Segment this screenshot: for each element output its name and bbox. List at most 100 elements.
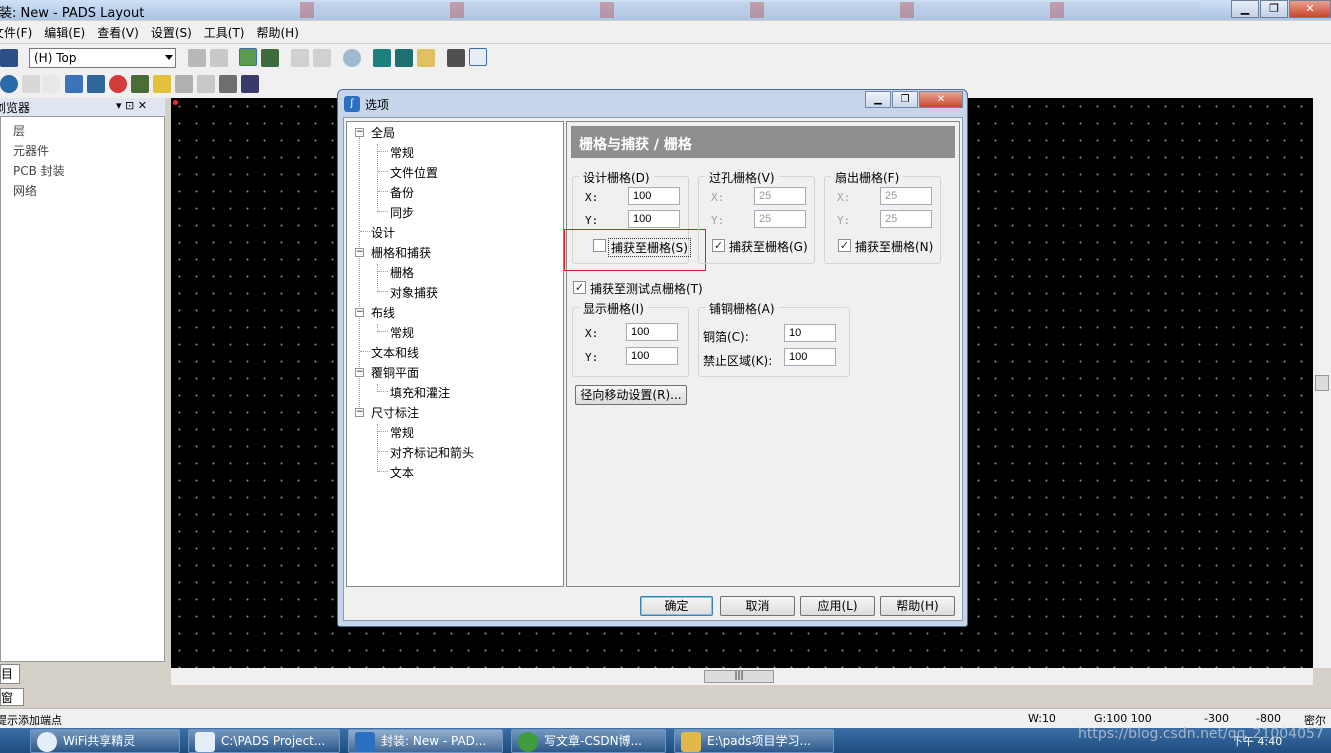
wizard-icon[interactable]	[131, 75, 149, 93]
menu-tools[interactable]: 工具(T)	[198, 24, 251, 41]
browser-item-decals[interactable]: PCB 封装	[13, 162, 65, 179]
terminal-icon[interactable]	[153, 75, 171, 93]
via-snap-checkbox[interactable]: ✓	[712, 239, 725, 252]
taskbar-item-browser[interactable]: 写文章-CSDN博...	[511, 729, 666, 753]
browser-item-components[interactable]: 元器件	[13, 142, 49, 159]
taskbar-item-pads[interactable]: 封装: New - PAD...	[348, 729, 503, 753]
via-grid-x-input[interactable]	[754, 187, 806, 205]
ok-button[interactable]: 确定	[640, 596, 713, 616]
tree-node-design[interactable]: 设计	[371, 224, 395, 241]
tree-node-file-locations[interactable]: 文件位置	[390, 164, 438, 181]
tree-node-dimensioning[interactable]: 尺寸标注	[371, 404, 419, 421]
decal-wizard-icon[interactable]	[219, 75, 237, 93]
text-icon[interactable]	[42, 75, 60, 93]
taskbar-item-explorer[interactable]: C:\PADS Project...	[188, 729, 340, 753]
tree-node-align-arrows[interactable]: 对齐标记和箭头	[390, 444, 474, 461]
output-window-icon[interactable]	[469, 48, 487, 66]
copper-grid-input[interactable]	[784, 324, 836, 342]
expand-toggle[interactable]: −	[355, 128, 364, 137]
close-button[interactable]: ✕	[1289, 0, 1331, 18]
taskbar-item-folder[interactable]: E:\pads项目学习...	[674, 729, 834, 753]
layer-dropdown[interactable]: (H) Top	[29, 48, 176, 68]
panel-controls[interactable]: ▾ ⊡ ✕	[116, 99, 147, 112]
save-icon[interactable]	[0, 49, 18, 67]
fanout-grid-x-input[interactable]	[880, 187, 932, 205]
horizontal-scrollbar[interactable]: |||	[171, 668, 1313, 685]
2d-line-icon[interactable]	[65, 75, 83, 93]
browser-item-layers[interactable]: 层	[13, 122, 25, 139]
design-grid-x-input[interactable]	[628, 187, 680, 205]
testpoint-snap-checkbox[interactable]: ✓	[573, 281, 586, 294]
keepout-grid-input[interactable]	[784, 348, 836, 366]
display-grid-x-input[interactable]	[626, 323, 678, 341]
tree-node-backup[interactable]: 备份	[390, 184, 414, 201]
status-width: W:10	[1028, 712, 1056, 725]
minimize-button[interactable]: ▁	[1231, 0, 1259, 18]
display-grid-y-input[interactable]	[626, 347, 678, 365]
menu-view[interactable]: 查看(V)	[91, 24, 145, 41]
tree-node-grid-snap[interactable]: 栅格和捕获	[371, 244, 431, 261]
panel-tab-tree[interactable]: 目	[0, 664, 20, 684]
fanout-snap-label[interactable]: 捕获至栅格(N)	[855, 238, 933, 255]
refresh-icon[interactable]	[210, 49, 228, 67]
dialog-title-bar[interactable]: ʃ 选项 ▁ ❐ ✕	[338, 90, 967, 117]
dialog-close-button[interactable]: ✕	[919, 91, 963, 108]
layer-props-icon[interactable]	[188, 49, 206, 67]
browser-item-nets[interactable]: 网络	[13, 182, 37, 199]
expand-toggle[interactable]: −	[355, 248, 364, 257]
tree-node-sync[interactable]: 同步	[390, 204, 414, 221]
redo-icon[interactable]	[313, 49, 331, 67]
assign-icon[interactable]	[197, 75, 215, 93]
tree-node-fill-flood[interactable]: 填充和灌注	[390, 384, 450, 401]
undo-icon[interactable]	[291, 49, 309, 67]
view-board-icon[interactable]	[373, 49, 391, 67]
via-grid-y-input[interactable]	[754, 210, 806, 228]
select-mode-icon[interactable]	[0, 75, 18, 93]
dialog-maximize-button[interactable]: ❐	[892, 91, 918, 108]
browser-icon[interactable]	[447, 49, 465, 67]
dialog-minimize-button[interactable]: ▁	[865, 91, 891, 108]
tree-node-grids[interactable]: 栅格	[390, 264, 414, 281]
tree-node-dim-general[interactable]: 常规	[390, 424, 414, 441]
design-toolbar-icon[interactable]	[261, 49, 279, 67]
keepout-icon[interactable]	[109, 75, 127, 93]
redraw-icon[interactable]	[417, 49, 435, 67]
maximize-button[interactable]: ❐	[1260, 0, 1288, 18]
tree-node-routing[interactable]: 布线	[371, 304, 395, 321]
fanout-grid-y-input[interactable]	[880, 210, 932, 228]
tree-node-text-lines[interactable]: 文本和线	[371, 344, 419, 361]
help-button[interactable]: 帮助(H)	[880, 596, 955, 616]
menu-setup[interactable]: 设置(S)	[145, 24, 198, 41]
apply-button[interactable]: 应用(L)	[800, 596, 875, 616]
expand-toggle[interactable]: −	[355, 368, 364, 377]
tree-node-copper-pour[interactable]: 覆铜平面	[371, 364, 419, 381]
expand-toggle[interactable]: −	[355, 308, 364, 317]
expand-toggle[interactable]: −	[355, 408, 364, 417]
drafting-toolbar-icon[interactable]	[239, 48, 257, 66]
vertical-scrollbar[interactable]	[1313, 98, 1331, 668]
zoom-icon[interactable]	[343, 49, 361, 67]
taskbar-item-wifi[interactable]: WiFi共享精灵	[30, 729, 180, 753]
tree-node-general[interactable]: 常规	[390, 144, 414, 161]
tree-node-dim-text[interactable]: 文本	[390, 464, 414, 481]
testpoint-snap-label[interactable]: 捕获至测试点栅格(T)	[590, 280, 703, 297]
fanout-snap-checkbox[interactable]: ✓	[838, 239, 851, 252]
panel-tab-window[interactable]: 窗口	[0, 688, 24, 722]
pad-stack-icon[interactable]	[175, 75, 193, 93]
vertical-scroll-thumb[interactable]	[1315, 375, 1329, 391]
menu-file[interactable]: 文件(F)	[0, 24, 38, 41]
pointer-icon[interactable]	[22, 75, 40, 93]
radial-move-settings-button[interactable]: 径向移动设置(R)...	[575, 385, 687, 405]
via-snap-label[interactable]: 捕获至栅格(G)	[729, 238, 808, 255]
tree-node-routing-general[interactable]: 常规	[390, 324, 414, 341]
menu-help[interactable]: 帮助(H)	[251, 24, 305, 41]
horizontal-scroll-thumb[interactable]: |||	[704, 670, 774, 683]
view-extents-icon[interactable]	[395, 49, 413, 67]
tree-node-global[interactable]: 全局	[371, 124, 395, 141]
design-grid-y-input[interactable]	[628, 210, 680, 228]
copper-icon[interactable]	[87, 75, 105, 93]
cancel-button[interactable]: 取消	[720, 596, 795, 616]
menu-edit[interactable]: 编辑(E)	[38, 24, 91, 41]
tree-node-object-snap[interactable]: 对象捕获	[390, 284, 438, 301]
list-icon[interactable]	[241, 75, 259, 93]
